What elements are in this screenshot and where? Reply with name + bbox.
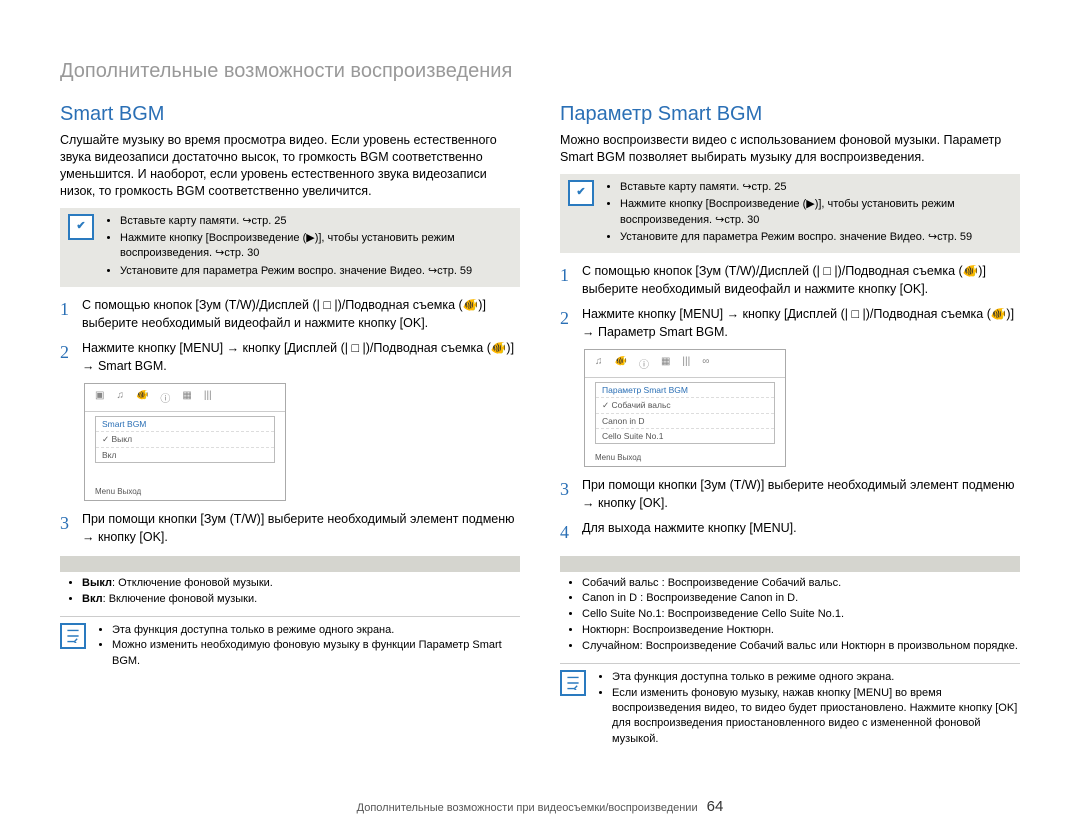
step-text: При помощи кнопки [Зум (T/W)] выберите н… <box>582 477 1020 512</box>
tab-icon: ▣ <box>95 390 104 405</box>
submenu-item: Ноктюрн: Воспроизведение Ноктюрн. <box>582 623 1020 639</box>
page-number: 64 <box>707 798 724 815</box>
step-text: Нажмите кнопку [MENU] → кнопку [Дисплей … <box>82 340 520 375</box>
note-item: Можно изменить необходимую фоновую музык… <box>112 638 520 669</box>
step-1: 1 С помощью кнопок [Зум (T/W)/Дисплей (|… <box>560 263 1020 298</box>
submenu-item: Выкл: Выкл: Отключение фоновой музыки.От… <box>82 576 520 592</box>
tab-icon: ||| <box>682 356 690 371</box>
step-number: 1 <box>60 297 82 322</box>
section-title-right: Параметр Smart BGM <box>560 103 1020 126</box>
info-item: Вставьте карту памяти. ↪стр. 25 <box>620 180 1012 195</box>
submenu-item: Собачий вальс : Воспроизведение Собачий … <box>582 576 1020 592</box>
tab-icon: ∞ <box>702 356 709 371</box>
step-number: 2 <box>60 340 82 365</box>
step-2: 2 Нажмите кнопку [MENU] → кнопку [Диспле… <box>560 306 1020 341</box>
step-1: 1 С помощью кнопок [Зум (T/W)/Дисплей (|… <box>60 297 520 332</box>
note-icon <box>560 670 586 696</box>
info-item: Нажмите кнопку [Воспроизведение (▶)], чт… <box>620 197 1012 228</box>
menu-exit-label: Menu Выход <box>595 453 641 462</box>
menu-item: Canon in D <box>596 413 774 428</box>
info-item: Установите для параметра Режим воспро. з… <box>120 264 512 279</box>
tab-icon: 🐠 <box>615 356 627 371</box>
submenu-header-bar <box>560 556 1020 572</box>
tab-icon: ⓘ <box>160 390 170 405</box>
menu-item: Cello Suite No.1 <box>596 428 774 443</box>
screenshot-left: ▣ ♫ 🐠 ⓘ ▦ ||| Smart BGM ✓ Выкл Вкл Menu … <box>84 383 286 501</box>
tab-icon: 🐠 <box>136 390 148 405</box>
page-title: Дополнительные возможности воспроизведен… <box>60 60 1020 83</box>
submenu-box-right: Собачий вальс : Воспроизведение Собачий … <box>560 576 1020 656</box>
info-item: Вставьте карту памяти. ↪стр. 25 <box>120 214 512 229</box>
submenu-item: Вкл: Включение фоновой музыки. <box>82 592 520 608</box>
menu-exit-label: Menu Выход <box>95 487 141 496</box>
note-item: Если изменить фоновую музыку, нажав кноп… <box>612 686 1020 748</box>
left-column: Smart BGM Слушайте музыку во время просм… <box>60 103 520 753</box>
info-item: Нажмите кнопку [Воспроизведение (▶)], чт… <box>120 231 512 262</box>
step-2: 2 Нажмите кнопку [MENU] → кнопку [Диспле… <box>60 340 520 375</box>
note-box-right: Эта функция доступна только в режиме одн… <box>560 663 1020 753</box>
step-3: 3 При помощи кнопки [Зум (T/W)] выберите… <box>560 477 1020 512</box>
menu-header: Параметр Smart BGM <box>596 383 774 397</box>
submenu-header-bar <box>60 556 520 572</box>
step-text: С помощью кнопок [Зум (T/W)/Дисплей (| □… <box>82 297 520 332</box>
tab-icon: ♫ <box>595 356 603 371</box>
step-number: 4 <box>560 520 582 545</box>
tab-icon: ||| <box>204 390 212 405</box>
tab-icon: ⓘ <box>639 356 649 371</box>
menu-item-off: ✓ Выкл <box>96 431 274 447</box>
step-4: 4 Для выхода нажмите кнопку [MENU]. <box>560 520 1020 545</box>
right-column: Параметр Smart BGM Можно воспроизвести в… <box>560 103 1020 753</box>
intro-right: Можно воспроизвести видео с использовани… <box>560 132 1020 166</box>
screenshot-tabrow: ♫ 🐠 ⓘ ▦ ||| ∞ <box>585 350 785 378</box>
info-box-right: ✔ Вставьте карту памяти. ↪стр. 25 Нажмит… <box>560 174 1020 254</box>
step-text: Нажмите кнопку [MENU] → кнопку [Дисплей … <box>582 306 1020 341</box>
info-box-left: ✔ Вставьте карту памяти. ↪стр. 25 Нажмит… <box>60 208 520 288</box>
note-box-left: Эта функция доступна только в режиме одн… <box>60 616 520 675</box>
submenu-item: Cello Suite No.1: Воспроизведение Cello … <box>582 607 1020 623</box>
step-number: 2 <box>560 306 582 331</box>
tab-icon: ▦ <box>182 390 191 405</box>
tab-icon: ▦ <box>661 356 670 371</box>
tab-icon: ♫ <box>116 390 124 405</box>
check-icon: ✔ <box>568 180 594 206</box>
section-title-left: Smart BGM <box>60 103 520 126</box>
submenu-box-left: Выкл: Выкл: Отключение фоновой музыки.От… <box>60 576 520 608</box>
step-number: 3 <box>60 511 82 536</box>
screenshot-tabrow: ▣ ♫ 🐠 ⓘ ▦ ||| <box>85 384 285 412</box>
step-number: 1 <box>560 263 582 288</box>
submenu-item: Случайном: Воспроизведение Собачий вальс… <box>582 639 1020 655</box>
step-text: С помощью кнопок [Зум (T/W)/Дисплей (| □… <box>582 263 1020 298</box>
note-icon <box>60 623 86 649</box>
menu-header: Smart BGM <box>96 417 274 431</box>
check-icon: ✔ <box>68 214 94 240</box>
footer-text: Дополнительные возможности при видеосъем… <box>357 802 698 814</box>
note-item: Эта функция доступна только в режиме одн… <box>112 623 520 638</box>
page-footer: Дополнительные возможности при видеосъем… <box>0 798 1080 815</box>
step-text: Для выхода нажмите кнопку [MENU]. <box>582 520 1020 538</box>
menu-item: ✓ Собачий вальс <box>596 397 774 413</box>
info-item: Установите для параметра Режим воспро. з… <box>620 230 1012 245</box>
note-item: Эта функция доступна только в режиме одн… <box>612 670 1020 685</box>
screenshot-right: ♫ 🐠 ⓘ ▦ ||| ∞ Параметр Smart BGM ✓ Собач… <box>584 349 786 467</box>
submenu-item: Canon in D : Воспроизведение Canon in D. <box>582 591 1020 607</box>
menu-item-on: Вкл <box>96 447 274 462</box>
step-text: При помощи кнопки [Зум (T/W)] выберите н… <box>82 511 520 546</box>
step-number: 3 <box>560 477 582 502</box>
step-3: 3 При помощи кнопки [Зум (T/W)] выберите… <box>60 511 520 546</box>
intro-left: Слушайте музыку во время просмотра видео… <box>60 132 520 200</box>
